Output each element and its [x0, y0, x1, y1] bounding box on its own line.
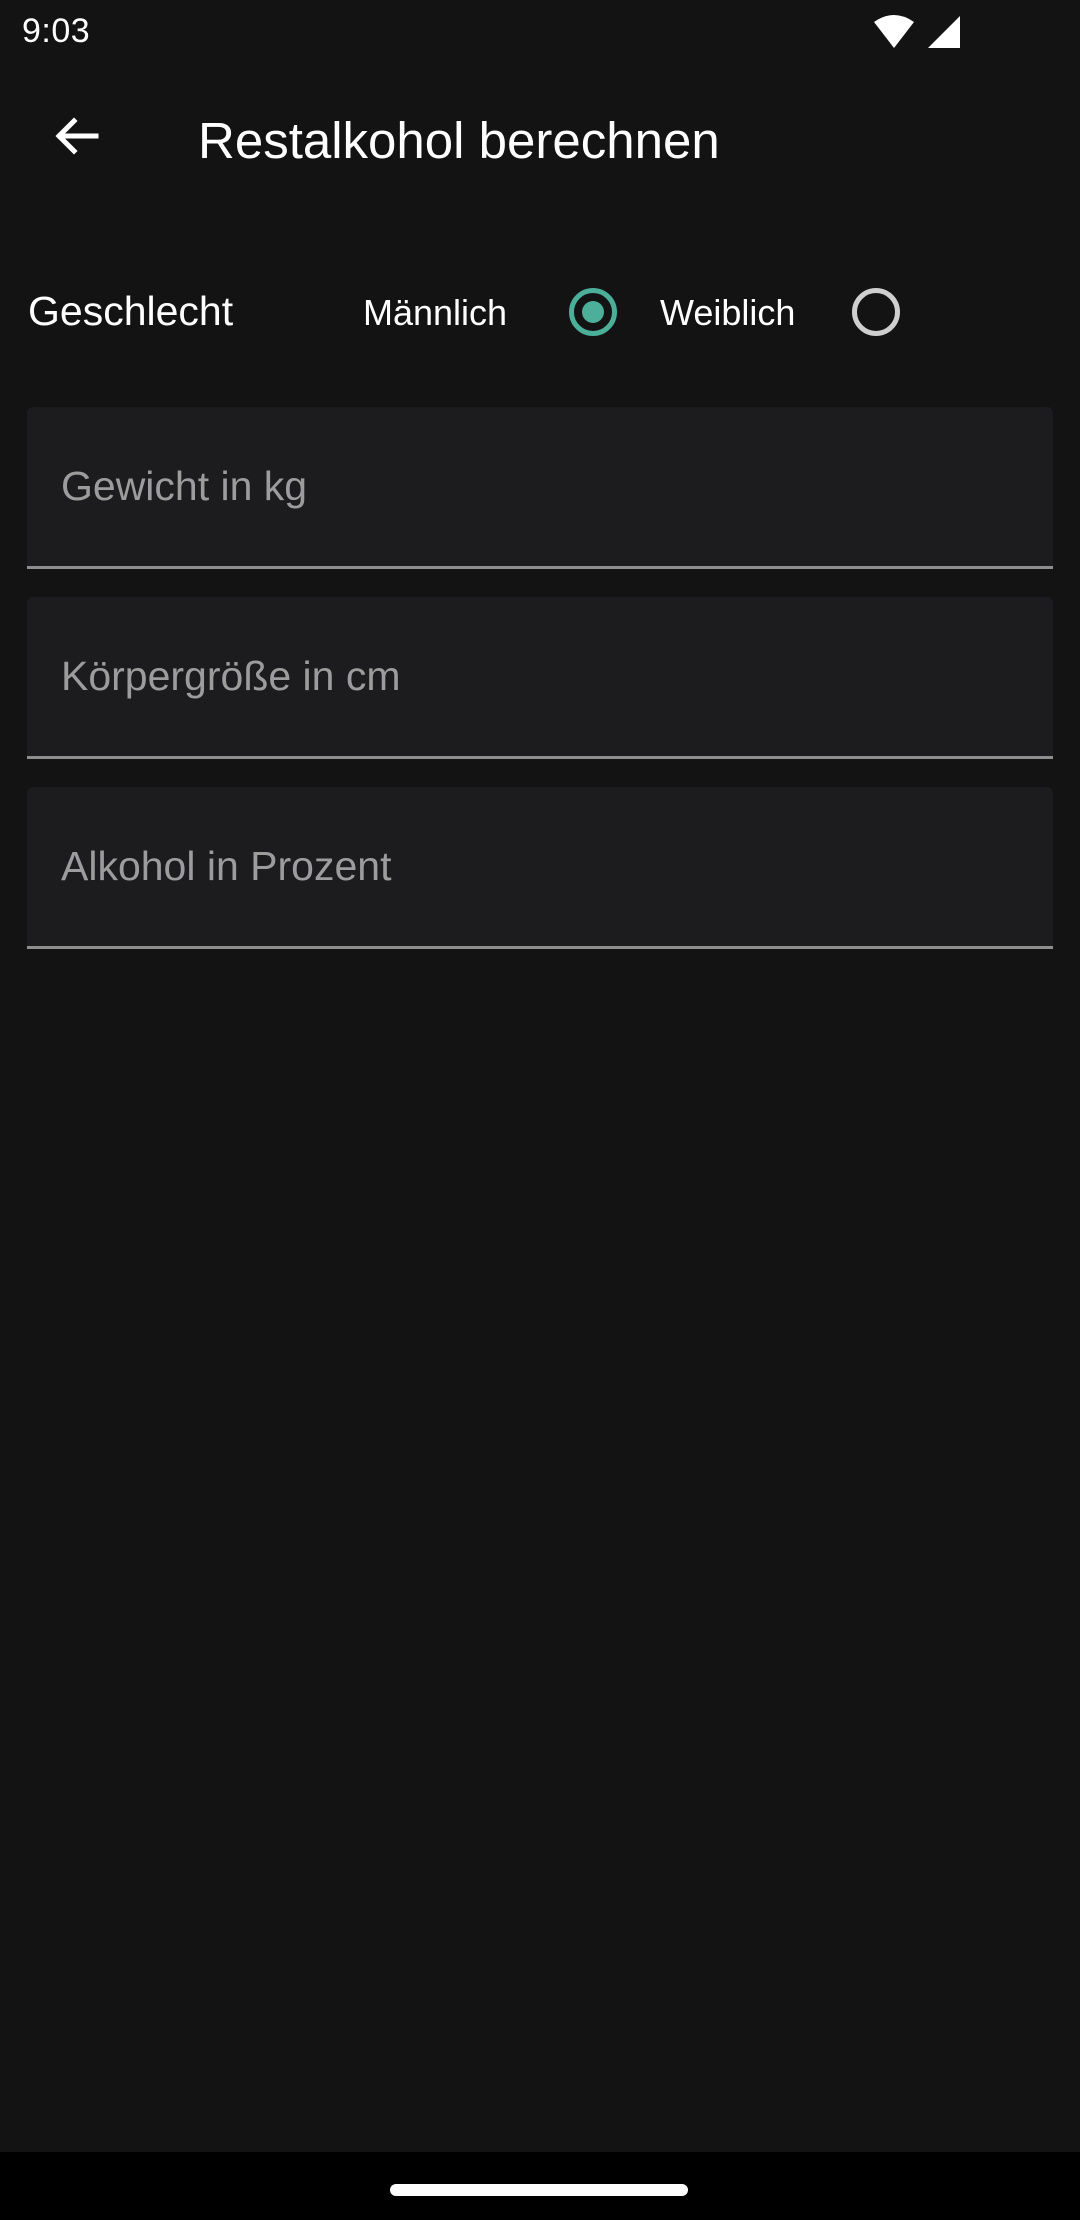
weight-field[interactable] — [27, 407, 1053, 569]
navigation-bar — [0, 2152, 1080, 2220]
screen: 9:03 Restalkohol berechnen Geschlecht Mä… — [0, 0, 1080, 2220]
wifi-icon — [872, 14, 916, 55]
radio-label-female: Weiblich — [660, 292, 796, 333]
weight-input[interactable] — [27, 407, 1053, 566]
status-icons — [872, 14, 962, 55]
radio-male[interactable] — [569, 288, 617, 336]
gender-label: Geschlecht — [28, 288, 234, 334]
page-title: Restalkohol berechnen — [198, 112, 720, 169]
radio-label-male: Männlich — [363, 292, 508, 333]
height-field[interactable] — [27, 597, 1053, 759]
radio-female[interactable] — [852, 288, 900, 336]
alcohol-field[interactable] — [27, 787, 1053, 949]
alcohol-input[interactable] — [27, 787, 1053, 946]
home-indicator[interactable] — [390, 2184, 688, 2196]
back-button[interactable] — [28, 102, 124, 174]
height-input[interactable] — [27, 597, 1053, 756]
arrow-back-icon — [52, 112, 100, 165]
status-bar: 9:03 — [0, 0, 1080, 66]
app-bar: Restalkohol berechnen — [0, 66, 1080, 222]
signal-icon — [926, 14, 962, 55]
status-time: 9:03 — [22, 12, 91, 50]
gender-selector: Geschlecht Männlich Weiblich — [0, 270, 1080, 354]
